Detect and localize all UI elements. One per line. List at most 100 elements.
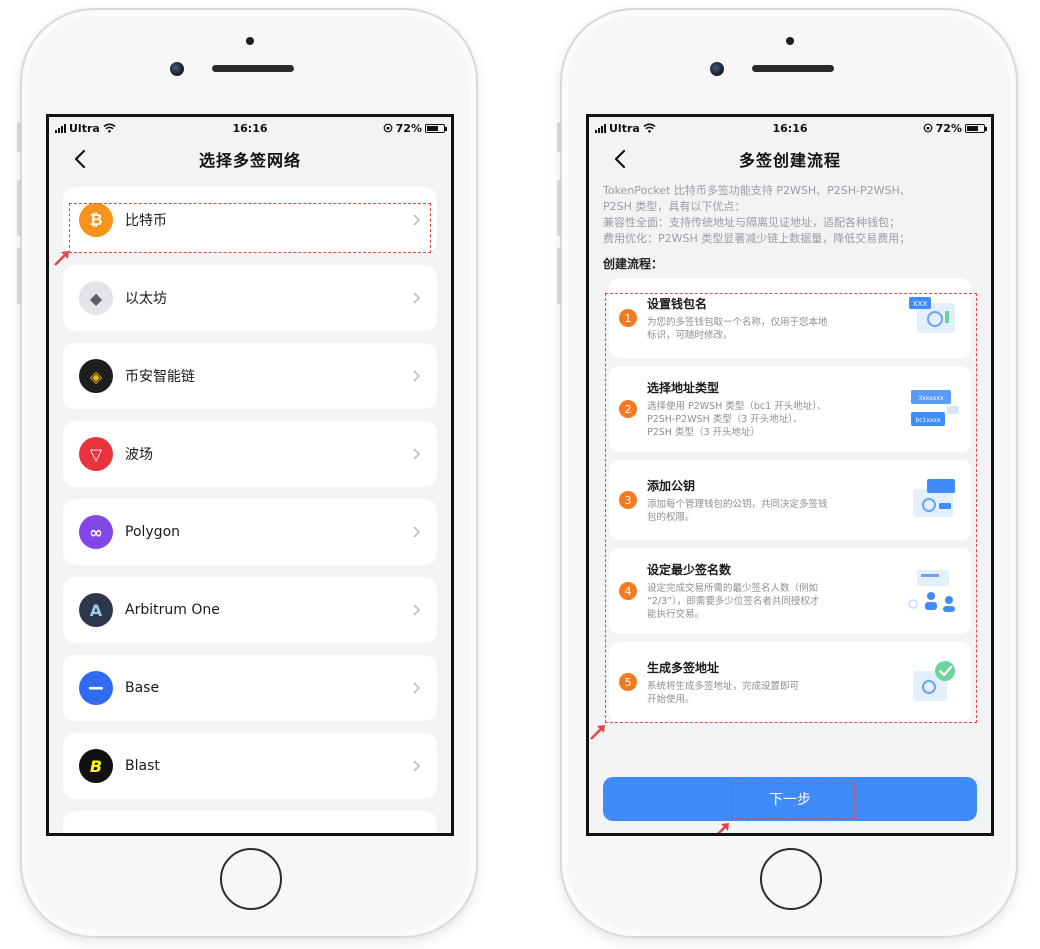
section-title: 创建流程： bbox=[603, 257, 664, 271]
chevron-right-icon bbox=[413, 214, 421, 226]
battery-icon bbox=[424, 123, 447, 133]
step-title: 设定最少签名数 bbox=[647, 563, 732, 577]
polygon-logo-icon: ∞ bbox=[79, 515, 113, 549]
step-card: 1 设置钱包名 为您的多签钱包取一个名称，仅用于您本地 标识，可随时修改。 XX… bbox=[609, 278, 971, 358]
network-item-bsc[interactable]: ◈ 币安智能链 bbox=[63, 343, 437, 409]
back-arrow-icon[interactable] bbox=[609, 147, 633, 171]
intro-text: TokenPocket 比特币多签功能支持 P2WSH、P2SH-P2WSH、 … bbox=[589, 179, 991, 247]
network-item-blast[interactable]: B Blast bbox=[63, 733, 437, 799]
step-title: 添加公钥 bbox=[647, 478, 696, 493]
step-card: 3 添加公钥 添加每个管理钱包的公钥，共同决定多签钱 包的权限。 bbox=[609, 460, 971, 540]
orientation-lock-icon bbox=[383, 123, 393, 133]
step-desc-line: 标识，可随时修改。 bbox=[647, 329, 733, 341]
network-item-partial[interactable] bbox=[63, 811, 437, 833]
page-title: 选择多签网络 bbox=[198, 151, 301, 170]
network-name: 波场 bbox=[125, 447, 153, 463]
step-desc-line: 包的权限。 bbox=[647, 511, 695, 523]
step-number: 4 bbox=[619, 582, 637, 600]
step-desc-line: 开始使用。 bbox=[647, 693, 695, 705]
signal-icon bbox=[55, 123, 66, 133]
chevron-right-icon bbox=[413, 760, 421, 772]
earpiece-speaker bbox=[752, 65, 834, 72]
tron-logo-icon: ▽ bbox=[79, 437, 113, 471]
step-desc: 设定完成交易所需的最少签名人数（例如 “2/3”），即需要多少位签名者共同授权才… bbox=[647, 582, 901, 621]
volume-down-button bbox=[17, 248, 22, 304]
ethereum-logo-icon: ◆ bbox=[79, 281, 113, 315]
volume-up-button bbox=[557, 180, 562, 236]
nav-bar: 多签创建流程 bbox=[589, 139, 991, 179]
pointer-arrow-icon bbox=[717, 823, 729, 833]
address-type-tag: 3xxxxxx bbox=[918, 395, 944, 402]
wifi-icon bbox=[103, 123, 116, 133]
volume-up-button bbox=[17, 180, 22, 236]
base-logo-icon: − bbox=[79, 671, 113, 705]
network-item-ethereum[interactable]: ◆ 以太坊 bbox=[63, 265, 437, 331]
next-step-label: 下一步 bbox=[769, 792, 811, 808]
intro-line: 费用优化：P2WSH 类型显著减少链上数据量，降低交易费用； bbox=[603, 232, 911, 245]
chevron-right-icon bbox=[413, 604, 421, 616]
step-desc-line: 选择使用 P2WSH 类型（bc1 开头地址）、 bbox=[647, 401, 827, 412]
multisig-address-illustration-icon bbox=[913, 661, 955, 701]
intro-line: 兼容性全面：支持传统地址与隔离见证地址，适配各种钱包； bbox=[603, 216, 900, 229]
home-button[interactable] bbox=[220, 848, 282, 910]
step-desc-line: 设定完成交易所需的最少签名人数（例如 bbox=[647, 583, 819, 594]
signal-icon bbox=[595, 123, 606, 133]
network-item-arbitrum[interactable]: A Arbitrum One bbox=[63, 577, 437, 643]
wallet-name-illustration-icon: XXX bbox=[909, 297, 955, 333]
address-type-tag: bc1xxxx bbox=[915, 417, 941, 424]
network-name: Base bbox=[125, 680, 160, 696]
network-name: 币安智能链 bbox=[125, 369, 195, 385]
intro-line: P2SH 类型，具有以下优点： bbox=[603, 200, 746, 213]
step-desc-line: 为您的多签钱包取一个名称，仅用于您本地 bbox=[647, 316, 828, 328]
network-name: 以太坊 bbox=[125, 291, 167, 307]
nav-bar: 选择多签网络 bbox=[49, 139, 451, 179]
step-title: 选择地址类型 bbox=[647, 381, 720, 395]
step-desc-line: P2SH 类型（3 开头地址） bbox=[647, 427, 761, 438]
status-time: 16:16 bbox=[232, 121, 268, 135]
step-desc-line: 系统将生成多签地址，完成设置即可 bbox=[647, 680, 800, 692]
next-step-button[interactable]: 下一步 bbox=[603, 777, 977, 821]
left-phone-frame: Ultra 16:16 72% 选择多签网络 ₿ 比特币 ◆ 以太坊 ◈ 币安智… bbox=[17, 8, 478, 938]
network-list: ₿ 比特币 ◆ 以太坊 ◈ 币安智能链 ▽ 波场 ∞ Polygon A Arb… bbox=[49, 179, 451, 833]
signers-illustration-icon bbox=[908, 570, 955, 612]
home-button[interactable] bbox=[760, 848, 822, 910]
mute-switch bbox=[557, 122, 562, 152]
chevron-right-icon bbox=[413, 370, 421, 382]
blast-logo-icon: B bbox=[79, 749, 113, 783]
network-item-base[interactable]: − Base bbox=[63, 655, 437, 721]
battery-percent: 72% bbox=[395, 121, 422, 135]
network-item-bitcoin[interactable]: ₿ 比特币 bbox=[63, 187, 437, 253]
network-item-polygon[interactable]: ∞ Polygon bbox=[63, 499, 437, 565]
step-number: 5 bbox=[619, 673, 637, 691]
step-desc: 系统将生成多签地址，完成设置即可 开始使用。 bbox=[647, 680, 901, 706]
volume-down-button bbox=[557, 248, 562, 304]
proximity-sensor bbox=[246, 37, 254, 45]
chevron-right-icon bbox=[413, 682, 421, 694]
status-bar: Ultra 16:16 72% bbox=[49, 117, 451, 139]
carrier-label: Ultra bbox=[609, 121, 640, 135]
network-item-tron[interactable]: ▽ 波场 bbox=[63, 421, 437, 487]
step-desc-line: 能执行交易。 bbox=[647, 609, 705, 620]
battery-icon bbox=[964, 123, 987, 133]
status-time: 16:16 bbox=[772, 121, 808, 135]
front-camera bbox=[710, 62, 724, 76]
network-name: Polygon bbox=[125, 524, 181, 540]
battery-percent: 72% bbox=[935, 121, 962, 135]
front-camera bbox=[170, 62, 184, 76]
step-desc: 选择使用 P2WSH 类型（bc1 开头地址）、 P2SH-P2WSH 类型（3… bbox=[647, 400, 901, 439]
network-name: Blast bbox=[125, 758, 160, 774]
step-desc: 添加每个管理钱包的公钥，共同决定多签钱 包的权限。 bbox=[647, 498, 901, 524]
steps-list: 1 设置钱包名 为您的多签钱包取一个名称，仅用于您本地 标识，可随时修改。 XX… bbox=[589, 278, 991, 722]
chevron-right-icon bbox=[413, 448, 421, 460]
chevron-right-icon bbox=[413, 526, 421, 538]
back-arrow-icon[interactable] bbox=[69, 147, 93, 171]
step-desc-line: “2/3”），即需要多少位签名者共同授权才 bbox=[647, 596, 820, 607]
pointer-arrow-icon bbox=[54, 251, 69, 266]
public-key-illustration-icon bbox=[913, 479, 955, 517]
wifi-icon bbox=[643, 123, 656, 133]
network-name: 比特币 bbox=[125, 213, 167, 229]
step-number: 3 bbox=[619, 491, 637, 509]
page-title: 多签创建流程 bbox=[738, 151, 841, 170]
step-card: 4 设定最少签名数 设定完成交易所需的最少签名人数（例如 “2/3”），即需要多… bbox=[609, 548, 971, 634]
chevron-right-icon bbox=[413, 292, 421, 304]
